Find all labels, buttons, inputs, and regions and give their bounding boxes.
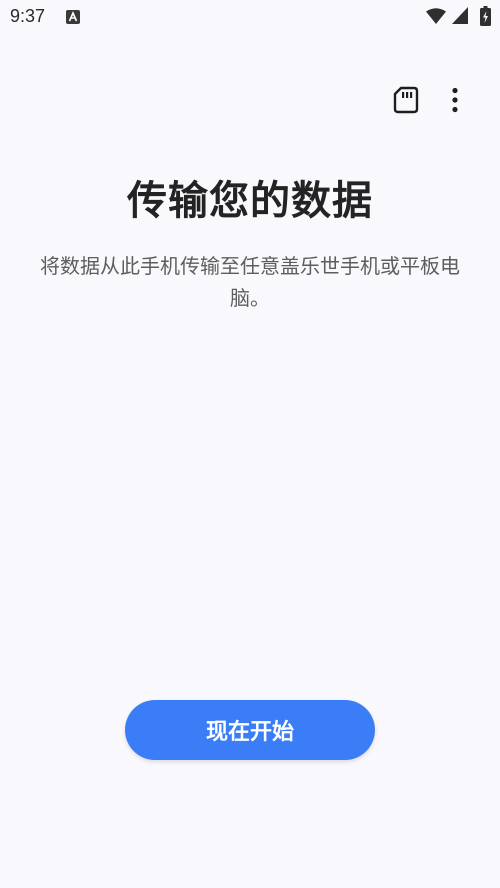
more-options-button[interactable] — [437, 82, 473, 118]
notification-a-icon — [66, 10, 80, 24]
sd-card-icon — [393, 86, 419, 114]
more-vert-icon — [452, 87, 458, 113]
page-description: 将数据从此手机传输至任意盖乐世手机或平板电脑。 — [40, 254, 460, 310]
cellular-signal-icon — [452, 7, 468, 24]
start-now-button[interactable]: 现在开始 — [125, 700, 375, 760]
wifi-icon — [426, 8, 446, 24]
status-time: 9:37 — [10, 6, 46, 26]
sd-card-button[interactable] — [388, 82, 424, 118]
battery-charging-icon — [480, 6, 491, 26]
status-bar: 9:37 — [0, 0, 500, 34]
page-title: 传输您的数据 — [127, 178, 373, 224]
